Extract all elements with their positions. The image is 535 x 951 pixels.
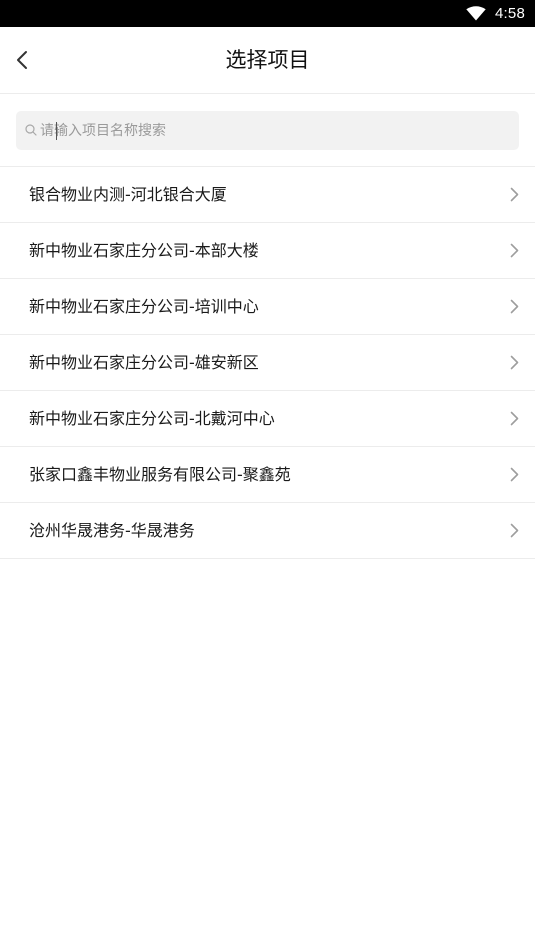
chevron-right-icon: [510, 411, 519, 426]
project-label: 张家口鑫丰物业服务有限公司-聚鑫苑: [29, 465, 291, 484]
list-item[interactable]: 银合物业内测-河北银合大厦: [0, 167, 535, 223]
list-item[interactable]: 沧州华晟港务-华晟港务: [0, 503, 535, 559]
project-list: 银合物业内测-河北银合大厦 新中物业石家庄分公司-本部大楼 新中物业石家庄分公司…: [0, 167, 535, 559]
search-box[interactable]: [16, 111, 519, 150]
search-input[interactable]: [40, 111, 510, 150]
text-cursor: [56, 122, 57, 140]
list-item[interactable]: 新中物业石家庄分公司-北戴河中心: [0, 391, 535, 447]
chevron-right-icon: [510, 523, 519, 538]
chevron-right-icon: [510, 299, 519, 314]
project-label: 新中物业石家庄分公司-雄安新区: [29, 353, 259, 372]
status-bar: 4:58: [0, 0, 535, 27]
search-bar: [0, 94, 535, 167]
chevron-right-icon: [510, 187, 519, 202]
list-item[interactable]: 新中物业石家庄分公司-雄安新区: [0, 335, 535, 391]
chevron-right-icon: [510, 355, 519, 370]
list-item[interactable]: 新中物业石家庄分公司-本部大楼: [0, 223, 535, 279]
project-label: 银合物业内测-河北银合大厦: [29, 185, 227, 204]
search-icon: [25, 124, 37, 136]
list-item[interactable]: 新中物业石家庄分公司-培训中心: [0, 279, 535, 335]
project-label: 新中物业石家庄分公司-北戴河中心: [29, 409, 275, 428]
project-label: 新中物业石家庄分公司-本部大楼: [29, 241, 259, 260]
project-label: 沧州华晟港务-华晟港务: [29, 521, 195, 540]
status-time: 4:58: [495, 5, 525, 22]
status-indicators: 4:58: [466, 0, 525, 27]
chevron-right-icon: [510, 243, 519, 258]
list-item[interactable]: 张家口鑫丰物业服务有限公司-聚鑫苑: [0, 447, 535, 503]
project-label: 新中物业石家庄分公司-培训中心: [29, 297, 259, 316]
page-title: 选择项目: [225, 48, 310, 72]
nav-bar: 选择项目: [0, 27, 535, 94]
wifi-icon: [466, 6, 486, 21]
chevron-right-icon: [510, 467, 519, 482]
